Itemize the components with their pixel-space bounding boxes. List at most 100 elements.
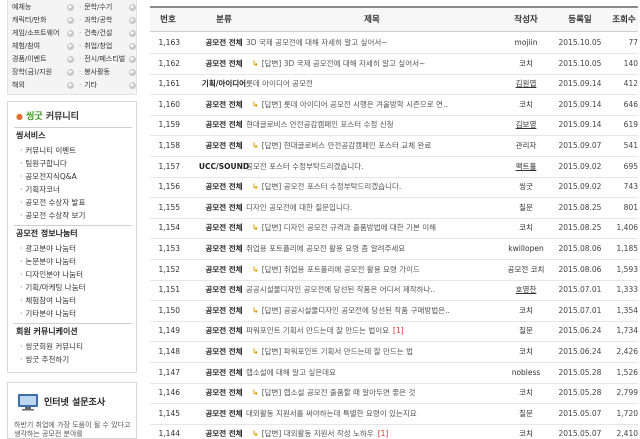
survey-question[interactable]: 하반기 취업에 가장 도움이 될 수 있다고 생각하는 공모전 분야를	[14, 421, 134, 439]
community-menu-item[interactable]: · 광고분야 나눔터	[20, 243, 76, 255]
community-menu-item[interactable]: · 씽굿 추천하기	[20, 354, 69, 366]
post-number: 1,161	[158, 79, 180, 89]
table-row[interactable]: 1,150 공모전 전체 ↳ [답변] 공공시설물디자인 공모전에 당선된 작품 구매…	[150, 301, 638, 322]
post-title[interactable]: ↳ [답변] 현대글로비스 안전공감캠페인 포스터 교체 완료	[246, 136, 500, 156]
community-menu-item[interactable]: · 공모전지식Q&A	[20, 171, 77, 183]
post-author[interactable]: 김원엽	[496, 74, 556, 94]
post-title[interactable]: ↳ [답변] 공공시설물디자인 공모전에 당선된 작품 구매방법은..	[246, 301, 500, 321]
post-author[interactable]: 팩트홀	[496, 157, 556, 177]
post-author[interactable]: 호영찬	[496, 280, 556, 300]
community-menu-item[interactable]: · 기타분야 나눔터	[20, 308, 76, 320]
post-title-link[interactable]: 파워포인트 기획서 만드는데 잘 만드는 법	[284, 347, 413, 356]
community-menu-item[interactable]: · 논문분야 나눔터	[20, 256, 76, 268]
post-title-link[interactable]: 대외활동 지원서를 써야하는데 특별한 요령이 있는지요	[246, 409, 417, 418]
table-row[interactable]: 1,153 공모전 전체 취업용 포트폴리에 공모전 활용 요령 좀 알려주세요 kw…	[150, 239, 638, 260]
comment-count: [1]	[377, 429, 389, 439]
community-menu-item[interactable]: · 팀원구합니다	[20, 158, 67, 170]
table-row[interactable]: 1,145 공모전 전체 대외활동 지원서를 써야하는데 특별한 요령이 있는지요 질…	[150, 404, 638, 425]
post-title-link[interactable]: 공모전 포스터 수정부탁드리겠습니다.	[284, 182, 402, 191]
table-row[interactable]: 1,162 공모전 전체 ↳ [답변] 3D 국제 공모전에 대해 자세히 알고 싶어…	[150, 54, 638, 75]
category-item[interactable]: 장학(금)/지원 ▶	[12, 66, 74, 79]
post-title-link[interactable]: 디자인 공모전 규격과 출품방법에 대한 기본 이해	[284, 223, 436, 232]
post-author: 코치	[519, 429, 533, 439]
post-title[interactable]: ↳ [답변] 롯데 아이디어 공모전 시행은 겨울방학 시즌으로 연..	[246, 95, 500, 115]
table-row[interactable]: 1,154 공모전 전체 ↳ [답변] 디자인 공모전 규격과 출품방법에 대한 기본…	[150, 218, 638, 240]
post-title[interactable]: 파워포인트 기획서 만드는데 잘 만드는 법이요 [1]	[246, 321, 500, 341]
post-title-link[interactable]: 대외활동 지원서 작성 노하우	[284, 429, 374, 438]
post-title-link[interactable]: 디자인 공모전에 대한 질문입니다.	[246, 203, 352, 212]
post-title[interactable]: ↳ [답변] 파워포인트 기획서 만드는데 잘 만드는 법	[246, 342, 500, 362]
table-row[interactable]: 1,158 공모전 전체 ↳ [답변] 현대글로비스 안전공감캠페인 포스터 교체 완…	[150, 136, 638, 157]
post-title[interactable]: 3D 국제 공모전에 대해 자세히 알고 싶어서~	[246, 33, 500, 53]
category-item[interactable]: · 봉사활동 ▶	[79, 66, 137, 79]
post-title-link[interactable]: 공공시설물디자인 공모전에 당선된 작품 구매방법은..	[284, 306, 450, 315]
post-title[interactable]: 현대글로비스 안전공감캠페인 포스터 수정 신청	[246, 115, 500, 135]
community-panel: ● 씽굿 커뮤니티 씽서비스 · 커뮤니티 이벤트 · 팀원구합니다 · 공모전지식Q&A ·…	[7, 101, 137, 373]
table-row[interactable]: 1,148 공모전 전체 ↳ [답변] 파워포인트 기획서 만드는데 잘 만드는 법코…	[150, 342, 638, 363]
post-title-link[interactable]: 공모전 포스터 수정부탁드리겠습니다.	[246, 162, 364, 171]
post-title-link[interactable]: 공공시설물디자인 공모전에 당선된 작품은 어디서 제작하나..	[246, 285, 435, 294]
post-title[interactable]: 취업용 포트폴리에 공모전 활용 요령 좀 알려주세요	[246, 239, 500, 259]
post-title[interactable]: ↳ [답변] 취업용 포트폴리에 공모전 활용 요령 가이드	[246, 260, 500, 280]
post-title[interactable]: ↳ [답변] 3D 국제 공모전에 대해 자세히 알고 싶어서~	[246, 54, 500, 74]
table-row[interactable]: 1,157 UCC/SOUND 공모전 포스터 수정부탁드리겠습니다. 팩트홀 2015…	[150, 157, 638, 178]
post-title-link[interactable]: 현대글로비스 안전공감캠페인 포스터 수정 신청	[246, 120, 394, 129]
reply-tag: [답변]	[261, 182, 282, 192]
category-item[interactable]: · 문학/수기 ▶	[79, 1, 137, 14]
post-title[interactable]: 대외활동 지원서를 써야하는데 특별한 요령이 있는지요	[246, 404, 500, 424]
post-title-link[interactable]: 취업용 포트폴리에 공모전 활용 요령 가이드	[284, 265, 420, 274]
community-menu-item[interactable]: · 디자인분야 나눔터	[20, 269, 83, 281]
post-title-link[interactable]: 파워포인트 기획서 만드는데 잘 만드는 법이요	[246, 326, 389, 335]
post-title[interactable]: ↳ [답변] 디자인 공모전 규격과 출품방법에 대한 기본 이해	[246, 218, 500, 238]
category-item[interactable]: · 취업/창업 ▶	[79, 40, 137, 53]
community-menu-item[interactable]: · 공모전 수상자 발표	[20, 197, 85, 209]
post-title[interactable]: ↳ [답변] 대외활동 지원서 작성 노하우 [1]	[246, 424, 500, 439]
post-title-link[interactable]: 3D 국제 공모전에 대해 자세히 알고 싶어서~	[284, 59, 426, 68]
table-row[interactable]: 1,161 기획/아이디어 롯데 아이디어 공모전 김원엽 2015.09.14 412	[150, 74, 638, 96]
category-item[interactable]: 캐릭터/만화 ▶	[12, 14, 74, 27]
table-row[interactable]: 1,151 공모전 전체 공공시설물디자인 공모전에 당선된 작품은 어디서 제작하…	[150, 280, 638, 302]
post-title[interactable]: 공모전 포스터 수정부탁드리겠습니다.	[246, 157, 500, 177]
category-item[interactable]: 경품/이벤트 ▶	[12, 53, 74, 66]
table-row[interactable]: 1,147 공모전 전체 랩소설에 대해 알고 싶은데요 nobless 2015.05…	[150, 363, 638, 384]
post-title-link[interactable]: 롯데 아이디어 공모전 시행은 겨울방학 시즌으로 연..	[284, 100, 448, 109]
community-menu-item[interactable]: · 공모전 수상작 보기	[20, 210, 85, 222]
category-item[interactable]: 게임/소프트웨어 ▶	[12, 27, 74, 40]
post-title-link[interactable]: 3D 국제 공모전에 대해 자세히 알고 싶어서~	[246, 38, 388, 47]
category-item[interactable]: · 전시/페스티벌 ▶	[79, 53, 137, 66]
category-item[interactable]: · 과학/공학 ▶	[79, 14, 137, 27]
post-title-link[interactable]: 랩소설에 대해 알고 싶은데요	[246, 368, 336, 377]
category-item[interactable]: 해외 ▶	[12, 79, 74, 92]
post-title-link[interactable]: 롯데 아이디어 공모전	[246, 79, 313, 88]
category-item[interactable]: 예체능 ▶	[12, 1, 74, 14]
table-row[interactable]: 1,159 공모전 전체 현대글로비스 안전공감캠페인 포스터 수정 신청 김보영 20…	[150, 115, 638, 137]
category-item[interactable]: · 기타 ▶	[79, 79, 137, 92]
community-menu-item[interactable]: · 기획자코너	[20, 184, 60, 196]
community-menu-item[interactable]: · 체험참여 나눔터	[20, 295, 76, 307]
post-title[interactable]: 디자인 공모전에 대한 질문입니다.	[246, 198, 500, 218]
community-menu-item[interactable]: · 커뮤니티 이벤트	[20, 145, 76, 157]
post-title-link[interactable]: 랩소설 공모전 출품할 때 알아두면 좋은 것	[284, 388, 416, 397]
table-row[interactable]: 1,155 공모전 전체 디자인 공모전에 대한 질문입니다. 질문 2015.08.2…	[150, 198, 638, 219]
category-item[interactable]: 체험/참여 ▶	[12, 40, 74, 53]
community-menu-item[interactable]: · 기획/마케팅 나눔터	[20, 282, 86, 294]
table-row[interactable]: 1,152 공모전 전체 ↳ [답변] 취업용 포트폴리에 공모전 활용 요령 가이드…	[150, 260, 638, 281]
table-row[interactable]: 1,146 공모전 전체 ↳ [답변] 랩소설 공모전 출품할 때 알아두면 좋은 것…	[150, 383, 638, 405]
post-title-link[interactable]: 현대글로비스 안전공감캠페인 포스터 교체 완료	[284, 141, 432, 150]
post-title-link[interactable]: 취업용 포트폴리에 공모전 활용 요령 좀 알려주세요	[246, 244, 405, 253]
post-title[interactable]: 랩소설에 대해 알고 싶은데요	[246, 363, 500, 383]
monitor-icon	[18, 394, 38, 411]
community-menu-item[interactable]: · 씽굿회원 커뮤니티	[20, 341, 83, 353]
category-item[interactable]: · 건축/건설 ▶	[79, 27, 137, 40]
table-row[interactable]: 1,156 공모전 전체 ↳ [답변] 공모전 포스터 수정부탁드리겠습니다. 씽굿 20…	[150, 177, 638, 199]
post-title[interactable]: 롯데 아이디어 공모전	[246, 74, 500, 94]
post-author[interactable]: 김보영	[496, 115, 556, 135]
post-title[interactable]: 공공시설물디자인 공모전에 당선된 작품은 어디서 제작하나..	[246, 280, 500, 300]
table-row[interactable]: 1,149 공모전 전체 파워포인트 기획서 만드는데 잘 만드는 법이요 [1] 질문…	[150, 321, 638, 343]
table-row[interactable]: 1,163 공모전 전체 3D 국제 공모전에 대해 자세히 알고 싶어서~ moji…	[150, 33, 638, 54]
post-title[interactable]: ↳ [답변] 랩소설 공모전 출품할 때 알아두면 좋은 것	[246, 383, 500, 403]
table-row[interactable]: 1,144 공모전 전체 ↳ [답변] 대외활동 지원서 작성 노하우 [1] 코치 201…	[150, 424, 638, 439]
post-title[interactable]: ↳ [답변] 공모전 포스터 수정부탁드리겠습니다.	[246, 177, 500, 197]
table-row[interactable]: 1,160 공모전 전체 ↳ [답변] 롯데 아이디어 공모전 시행은 겨울방학 시즌…	[150, 95, 638, 116]
bullet-icon: ·	[20, 309, 23, 318]
